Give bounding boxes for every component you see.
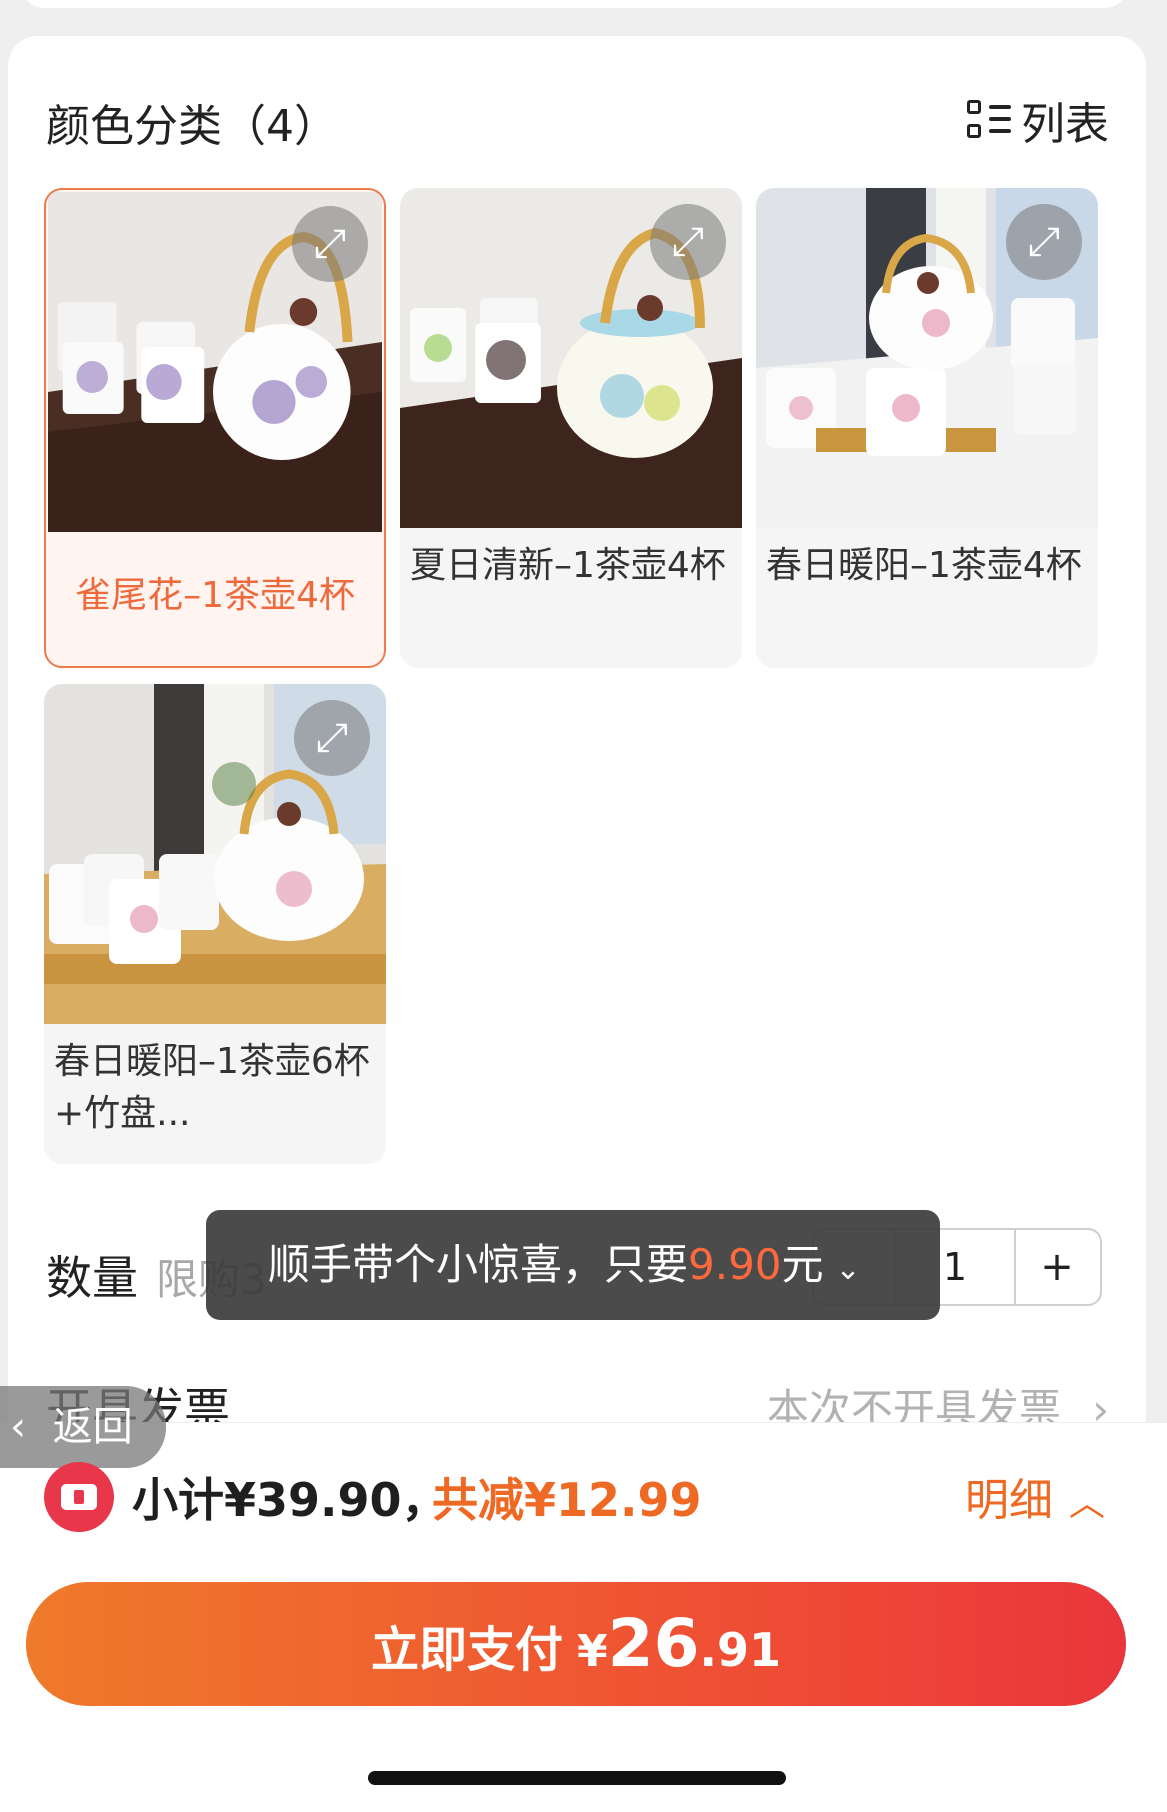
pay-amount-integer: 26: [607, 1605, 700, 1682]
chevron-up-icon: ︿: [1068, 1483, 1105, 1524]
sku-option[interactable]: ⤢ 夏日清新–1茶壶4杯: [400, 188, 742, 668]
pay-now-button[interactable]: 立即支付 ¥26.91: [26, 1582, 1126, 1706]
pay-currency: ¥: [577, 1626, 608, 1677]
sku-label: 春日暖阳–1茶壶6杯+竹盘...: [54, 1041, 370, 1134]
expand-icon[interactable]: ⤢: [1006, 204, 1082, 280]
list-view-toggle[interactable]: 列表: [967, 88, 1109, 152]
expand-icon[interactable]: ⤢: [292, 206, 368, 282]
coupon-icon: [44, 1462, 114, 1532]
chevron-down-icon: ⌄: [835, 1252, 861, 1287]
back-button[interactable]: ‹ 返回: [0, 1386, 166, 1468]
pay-amount-decimal: .91: [699, 1623, 782, 1677]
chevron-left-icon: ‹: [10, 1404, 26, 1450]
detail-label: 明细: [964, 1475, 1053, 1526]
toast-text: 顺手带个小惊喜，只要: [268, 1240, 689, 1289]
sku-label: 夏日清新–1茶壶4杯: [410, 545, 726, 586]
list-view-icon: [967, 98, 1011, 142]
sku-label: 雀尾花–1茶壶4杯: [75, 575, 355, 616]
previous-card-edge: [22, 0, 1127, 8]
discount-total: 共减¥12.99: [432, 1473, 702, 1527]
toast-suffix: 元: [781, 1240, 824, 1289]
subtotal: 小计¥39.90，: [132, 1473, 448, 1527]
back-label: 返回: [52, 1404, 133, 1450]
sku-option[interactable]: ⤢ 春日暖阳–1茶壶4杯: [756, 188, 1098, 668]
section-title: 颜色分类（4）: [46, 101, 338, 152]
upsell-toast[interactable]: 顺手带个小惊喜，只要9.90元 ⌄: [206, 1210, 940, 1320]
increase-button[interactable]: +: [1014, 1230, 1100, 1304]
sku-option[interactable]: ⤢ 雀尾花–1茶壶4杯: [44, 188, 386, 668]
home-indicator: [368, 1771, 786, 1785]
sku-option[interactable]: ⤢ 春日暖阳–1茶壶6杯+竹盘...: [44, 684, 386, 1164]
pay-label: 立即支付: [371, 1622, 564, 1678]
sku-label: 春日暖阳–1茶壶4杯: [766, 545, 1082, 586]
quantity-label: 数量: [46, 1251, 138, 1305]
list-view-label: 列表: [1021, 99, 1109, 150]
toast-price: 9.90: [688, 1240, 782, 1289]
expand-icon[interactable]: ⤢: [650, 204, 726, 280]
expand-icon[interactable]: ⤢: [294, 700, 370, 776]
detail-toggle[interactable]: 明细 ︿: [965, 1464, 1105, 1528]
